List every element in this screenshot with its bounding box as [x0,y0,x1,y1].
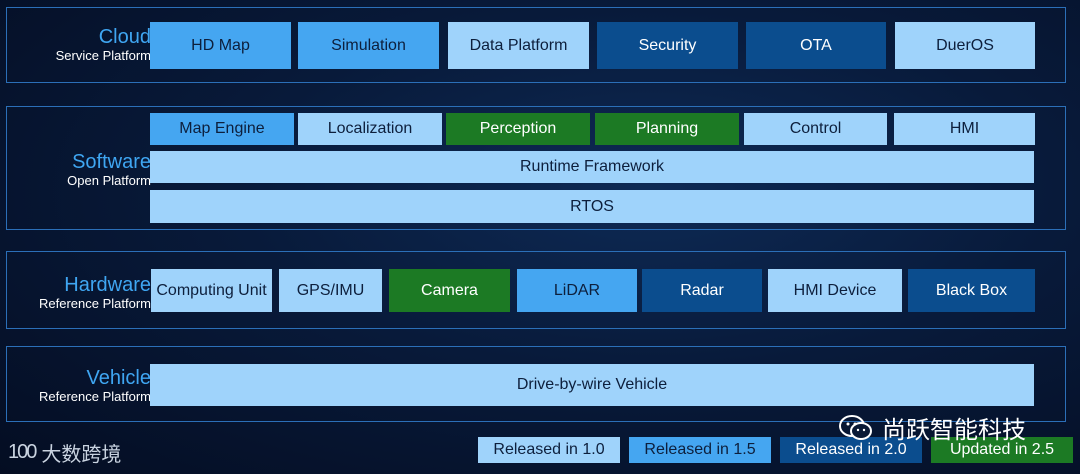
cloud-hd-map-block: HD Map [150,22,291,69]
legend-released-in-1-0: Released in 1.0 [478,437,620,463]
legend-released-in-1-5: Released in 1.5 [629,437,771,463]
hardware-radar-block: Radar [642,269,762,312]
hardware-gps-imu-block: GPS/IMU [279,269,382,312]
cloud-layer-title: Cloud Service Platform [11,26,151,64]
hardware-subtitle: Reference Platform [39,296,151,311]
rtos-block: RTOS [150,190,1034,223]
vehicle-subtitle: Reference Platform [39,389,151,404]
cloud-subtitle: Service Platform [55,48,151,63]
hardware-computing-unit-block: Computing Unit [151,269,272,312]
software-control-block: Control [744,113,887,145]
cloud-security-block: Security [597,22,738,69]
software-localization-block: Localization [298,113,442,145]
hardware-camera-block: Camera [389,269,510,312]
hardware-hmi-device-block: HMI Device [768,269,902,312]
hardware-lidar-block: LiDAR [517,269,637,312]
cloud-simulation-block: Simulation [298,22,439,69]
watermark-left: 100 大数跨境 [8,438,121,467]
vehicle-layer-title: Vehicle Reference Platform [11,367,151,405]
runtime-framework-block: Runtime Framework [150,151,1034,183]
hardware-title: Hardware [64,274,151,296]
software-map-engine-block: Map Engine [150,113,294,145]
cloud-dueros-block: DuerOS [895,22,1035,69]
cloud-data-platform-block: Data Platform [448,22,589,69]
watermark-right-text: 尚跃智能科技 [882,417,1026,444]
software-title: Software [72,151,151,173]
software-perception-block: Perception [446,113,590,145]
watermark-right: 尚跃智能科技 [838,410,1026,445]
cloud-title: Cloud [98,26,151,48]
software-planning-block: Planning [595,113,739,145]
cloud-ota-block: OTA [746,22,886,69]
hardware-black-box-block: Black Box [908,269,1035,312]
software-hmi-block: HMI [894,113,1035,145]
watermark-left-text: 大数跨境 [41,444,122,466]
brand-logo: 100 [8,441,37,463]
drive-by-wire-vehicle-block: Drive-by-wire Vehicle [150,364,1034,406]
software-subtitle: Open Platform [67,173,151,188]
hardware-layer-title: Hardware Reference Platform [11,274,151,312]
software-layer-title: Software Open Platform [11,151,151,189]
vehicle-title: Vehicle [86,367,152,389]
wechat-icon [838,414,874,442]
